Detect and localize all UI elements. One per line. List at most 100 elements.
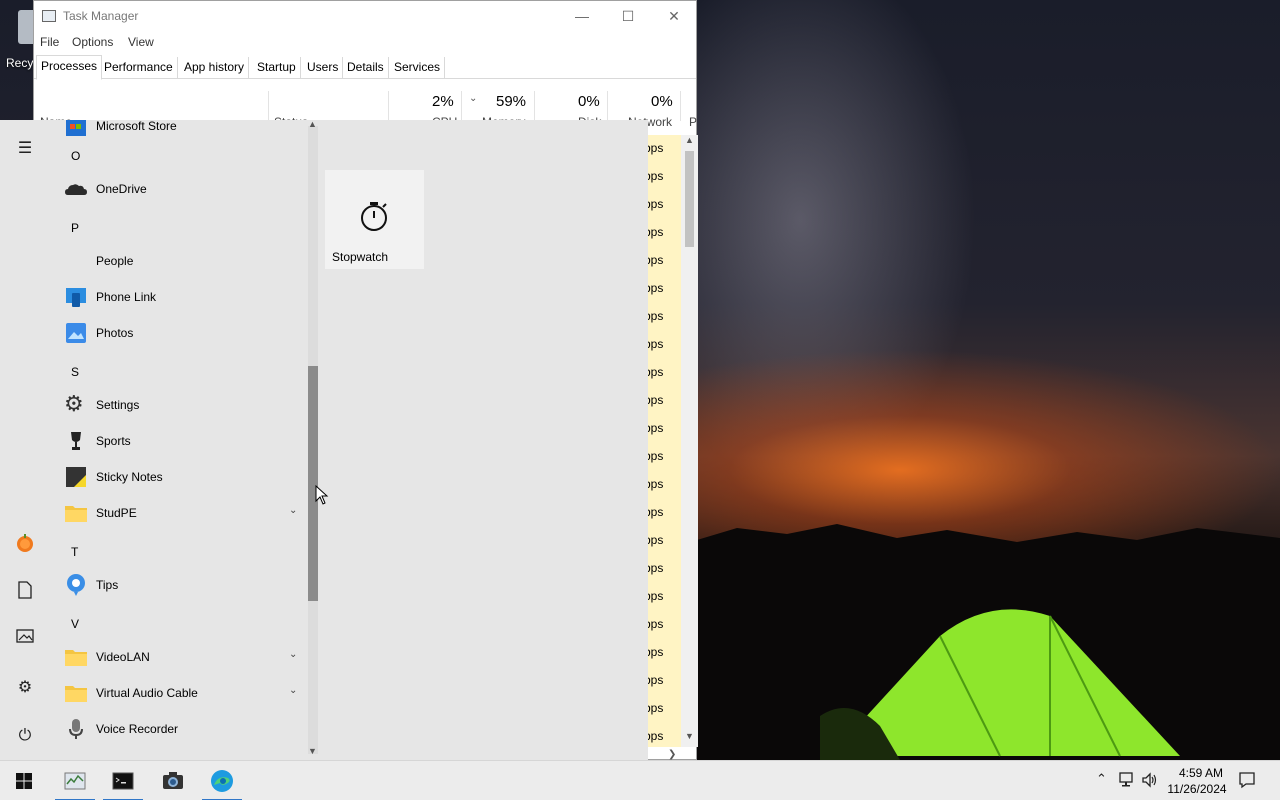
hamburger-menu-icon[interactable]: ☰: [13, 137, 37, 161]
section-letter-v[interactable]: V: [71, 617, 79, 631]
list-item-sticky-notes[interactable]: Sticky Notes: [50, 459, 305, 495]
section-letter-s[interactable]: S: [71, 365, 79, 379]
taskbar-camera[interactable]: [153, 761, 193, 800]
section-letter-p[interactable]: P: [71, 221, 79, 235]
scroll-down-icon[interactable]: ▼: [308, 746, 317, 756]
list-item-phone-link[interactable]: Phone Link: [50, 279, 305, 315]
chevron-down-icon[interactable]: ⌄: [289, 505, 297, 516]
list-item-settings[interactable]: ⚙ Settings: [50, 387, 305, 423]
list-item-sports[interactable]: Sports: [50, 423, 305, 459]
app-label: Microsoft Store: [96, 120, 177, 133]
scrollbar-thumb[interactable]: [308, 366, 318, 601]
column-p-label[interactable]: P: [689, 115, 697, 129]
tab-app-history[interactable]: App history: [180, 57, 250, 79]
mouse-cursor-icon: [315, 485, 329, 505]
disk-percent[interactable]: 0%: [578, 93, 600, 110]
window-title: Task Manager: [63, 9, 139, 23]
memory-percent[interactable]: 59%: [496, 93, 526, 110]
notification-center-icon[interactable]: [1238, 771, 1256, 789]
app-label: Settings: [96, 398, 140, 412]
scroll-up-icon[interactable]: ▲: [685, 135, 694, 145]
taskbar-task-manager[interactable]: [55, 761, 95, 800]
network-cell: Mbps: [648, 309, 664, 323]
tile-stopwatch[interactable]: Stopwatch: [325, 170, 424, 269]
network-percent[interactable]: 0%: [651, 93, 673, 110]
list-item-photos[interactable]: Photos: [50, 315, 305, 351]
menu-options[interactable]: Options: [72, 35, 113, 49]
tab-users[interactable]: Users: [303, 57, 344, 79]
scrollbar-thumb[interactable]: [685, 151, 694, 247]
power-icon[interactable]: ⏻: [13, 724, 37, 748]
cpu-percent[interactable]: 2%: [432, 93, 454, 110]
app-label: Tips: [96, 578, 119, 592]
network-cell: Mbps: [648, 197, 664, 211]
start-button[interactable]: [4, 761, 44, 800]
network-column-cells: Mbps Mbps Mbps Mbps Mbps Mbps Mbps Mbps …: [648, 135, 681, 747]
app-list: Microsoft Store O OneDrive P People Phon…: [50, 120, 320, 760]
network-cell: Mbps: [648, 141, 664, 155]
scroll-up-icon[interactable]: ▲: [308, 119, 317, 129]
volume-icon[interactable]: [1141, 771, 1159, 789]
maximize-button[interactable]: ☐: [605, 1, 651, 31]
chevron-down-icon[interactable]: ⌄: [289, 685, 297, 696]
list-item-voice-recorder[interactable]: Voice Recorder: [50, 711, 305, 747]
tab-processes[interactable]: Processes: [36, 55, 103, 80]
taskbar-edge[interactable]: [202, 761, 242, 800]
folder-icon: [65, 506, 87, 522]
folder-icon: [65, 650, 87, 666]
list-item-people[interactable]: People: [50, 243, 305, 279]
menu-file[interactable]: File: [40, 35, 59, 49]
column-divider: [388, 91, 389, 121]
clock-date[interactable]: 11/26/2024: [1164, 782, 1230, 796]
list-item-videolan[interactable]: VideoLAN ⌄: [50, 639, 305, 675]
phone-link-icon: [66, 288, 86, 307]
network-cell: Mbps: [648, 673, 664, 687]
title-bar[interactable]: Task Manager — ☐ ✕: [34, 1, 696, 31]
network-icon[interactable]: [1117, 771, 1135, 789]
taskbar-command-prompt[interactable]: [103, 761, 143, 800]
scroll-down-icon[interactable]: ▼: [685, 731, 694, 741]
show-hidden-icons-chevron-icon[interactable]: ⌃: [1096, 771, 1107, 787]
close-button[interactable]: ✕: [651, 1, 697, 31]
task-manager-icon: [42, 10, 56, 22]
start-menu: ☰ ⚙ ⏻ Microsoft Store O OneDrive P Peopl…: [0, 119, 648, 760]
menu-view[interactable]: View: [128, 35, 154, 49]
column-divider: [461, 91, 462, 121]
chevron-down-icon[interactable]: ⌄: [289, 649, 297, 660]
app-label: Sports: [96, 434, 131, 448]
recycle-bin-label[interactable]: Recy: [6, 56, 33, 70]
scroll-right-icon[interactable]: ❯: [668, 749, 676, 760]
list-item-virtual-audio-cable[interactable]: Virtual Audio Cable ⌄: [50, 675, 305, 711]
list-item-onedrive[interactable]: OneDrive: [50, 171, 305, 207]
network-cell: Mbps: [648, 337, 664, 351]
tab-services[interactable]: Services: [390, 57, 446, 79]
start-list-scrollbar[interactable]: ▲ ▼: [306, 119, 320, 760]
tab-performance[interactable]: Performance: [100, 57, 178, 79]
tab-details[interactable]: Details: [343, 57, 389, 79]
list-item-tips[interactable]: Tips: [50, 567, 305, 603]
minimize-button[interactable]: —: [559, 1, 605, 31]
vertical-scrollbar[interactable]: ▲ ▼: [681, 135, 698, 747]
settings-gear-icon: ⚙: [64, 391, 84, 416]
settings-gear-icon[interactable]: ⚙: [13, 676, 37, 700]
section-letter-t[interactable]: T: [71, 545, 78, 559]
clock-time[interactable]: 4:59 AM: [1172, 766, 1230, 780]
section-letter-o[interactable]: O: [71, 149, 80, 163]
tile-label: Stopwatch: [332, 250, 389, 264]
network-cell: Mbps: [648, 477, 664, 491]
column-divider: [607, 91, 608, 121]
list-item-studpe[interactable]: StudPE ⌄: [50, 495, 305, 531]
user-avatar-icon[interactable]: [13, 533, 37, 557]
network-cell: Mbps: [648, 225, 664, 239]
list-item-microsoft-store[interactable]: Microsoft Store: [50, 120, 305, 144]
trophy-icon: [71, 432, 81, 450]
documents-icon[interactable]: [13, 581, 37, 605]
column-divider: [268, 91, 269, 121]
column-header: Name Status 2% CPU ⌄ 59% Memory 0% Disk …: [34, 81, 697, 129]
start-menu-rail: ☰ ⚙ ⏻: [0, 120, 50, 760]
network-cell: Mbps: [648, 729, 664, 743]
network-cell: Mbps: [648, 393, 664, 407]
network-cell: Mbps: [648, 421, 664, 435]
tab-startup[interactable]: Startup: [253, 57, 301, 79]
pictures-icon[interactable]: [13, 628, 37, 652]
